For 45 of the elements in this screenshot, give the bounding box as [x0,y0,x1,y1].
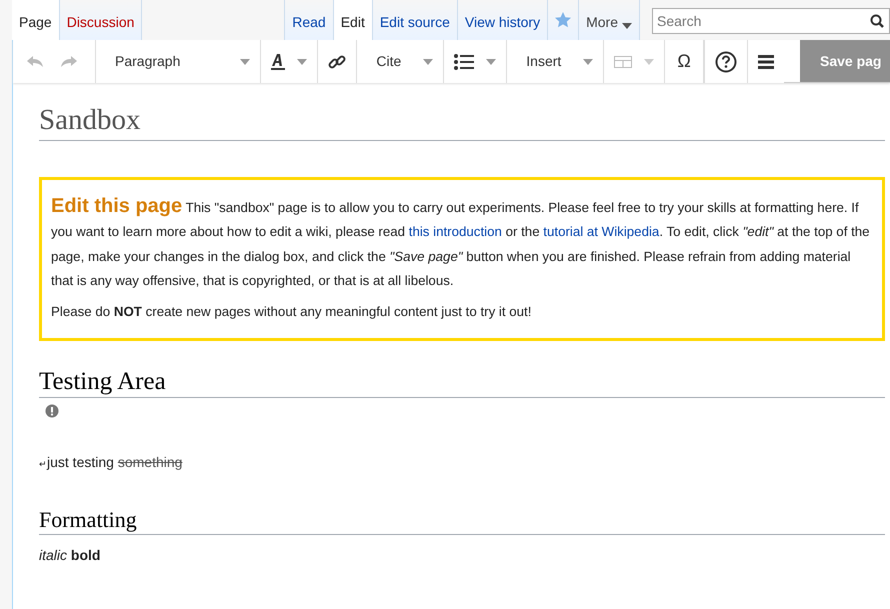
notice-note: Please do NOT create new pages without any meaningful content just to try it out! [51,302,532,321]
help-button[interactable] [704,40,748,83]
tab[interactable]: Edit source [372,0,458,40]
text-line: italic bold [39,546,102,565]
list-button[interactable] [444,40,508,83]
text-line: ↵just testing something [39,453,184,472]
caret-icon [297,58,308,64]
tab[interactable]: Page [12,0,60,40]
section-heading: Testing Area [39,367,885,398]
caret-icon [486,58,496,64]
section-heading: Formatting [39,507,885,535]
special-character-button[interactable]: Ω [665,40,704,83]
link-icon [328,52,346,70]
tab[interactable]: View history [458,0,548,40]
link[interactable]: tutorial at Wikipedia [543,224,660,240]
more-menu[interactable]: More [579,0,640,40]
link[interactable]: this introduction [408,224,502,240]
page-title: Sandbox [39,103,885,141]
caret-icon [644,58,654,64]
help-icon [714,50,737,72]
watch-star-button[interactable] [548,0,580,40]
search-field[interactable]: Search [652,8,890,34]
tab[interactable]: Discussion [60,0,142,40]
text-style-button[interactable] [261,40,318,83]
caret-icon [622,23,632,29]
menu-button[interactable] [748,40,784,83]
notice-title: Edit this page [51,194,182,217]
dropdown-button[interactable]: Cite [357,40,444,83]
star-icon [555,12,572,28]
table-icon [614,56,632,68]
redo-icon [61,56,77,68]
tab[interactable]: Edit [334,0,373,40]
tab[interactable]: Read [285,0,334,40]
search-icon [870,14,884,28]
list-icon [454,54,474,70]
caret-icon [240,58,250,64]
dropdown-button[interactable]: Insert [507,40,604,83]
caret-icon [583,58,594,64]
link-button[interactable] [318,40,358,83]
undo-icon [27,56,43,68]
caret-icon [423,58,434,64]
dropdown-button[interactable]: Paragraph [96,40,262,83]
text-style-icon [271,54,286,70]
notice-paragraph: Edit this page This "sandbox" page is to allow you to carry out experiments. Please feel free to try your skills at formatting here. If you want to learn more about how to edit a wiki, please read this introduction or the tutorial at Wikipedia. To edit, click "edit" at the top of the page, make your changes in the dialog box, and click the "Save page" button when you are finished. Please refrain from adding material that is any way offensive, that is copyrighted, or that is at all libelous. [51,194,871,290]
menu-icon [758,54,774,68]
